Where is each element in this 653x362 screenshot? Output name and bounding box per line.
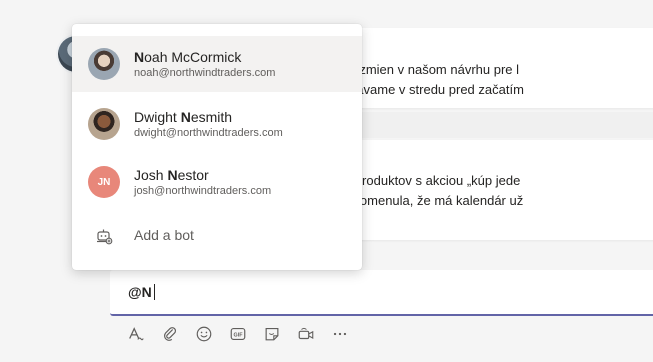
emoji-button[interactable]: [192, 322, 216, 346]
suggestion-name: Dwight Nesmith: [134, 108, 233, 125]
suggestion-email: dwight@northwindtraders.com: [134, 126, 283, 139]
suggestion-text: Josh Nestor josh@northwindtraders.com: [134, 166, 271, 199]
meet-now-button[interactable]: [294, 322, 318, 346]
suggestion-name: Josh Nestor: [134, 166, 209, 183]
text-caret: [153, 284, 155, 300]
compose-toolbar: GIF: [124, 322, 352, 346]
suggestion-email: josh@northwindtraders.com: [134, 184, 272, 197]
compose-input[interactable]: @N: [128, 284, 155, 300]
compose-box[interactable]: @N: [110, 270, 653, 316]
suggestion-text: Dwight Nesmith dwight@northwindtraders.c…: [134, 108, 283, 141]
avatar: [88, 108, 120, 140]
sticker-icon: [265, 328, 279, 341]
meet-now-icon: [298, 327, 314, 340]
gif-icon: GIF: [230, 328, 246, 340]
suggestion-email: noah@northwindtraders.com: [134, 66, 276, 79]
attach-button[interactable]: [158, 322, 182, 346]
more-options-icon: [333, 332, 347, 336]
more-options-button[interactable]: [328, 322, 352, 346]
add-bot-label: Add a bot: [134, 227, 194, 243]
suggestion-name: Noah McCormick: [134, 48, 242, 65]
sticker-button[interactable]: [260, 322, 284, 346]
mention-suggestions-popup: Noah McCormick noah@northwindtraders.com…: [72, 24, 362, 270]
avatar: [88, 48, 120, 80]
mention-suggestion-josh[interactable]: JN Josh Nestor josh@northwindtraders.com: [72, 154, 362, 210]
svg-text:GIF: GIF: [234, 332, 244, 338]
gif-button[interactable]: GIF: [226, 322, 250, 346]
attach-icon: [164, 327, 176, 341]
format-button[interactable]: [124, 322, 148, 346]
bot-icon: [97, 229, 113, 245]
avatar-initials: JN: [88, 166, 120, 198]
mention-suggestion-noah[interactable]: Noah McCormick noah@northwindtraders.com: [72, 36, 362, 92]
suggestion-text: Noah McCormick noah@northwindtraders.com: [134, 48, 275, 81]
format-icon: [129, 327, 144, 341]
emoji-icon: [196, 326, 212, 342]
mention-suggestion-dwight[interactable]: Dwight Nesmith dwight@northwindtraders.c…: [72, 96, 362, 152]
add-bot-item[interactable]: Add a bot: [72, 216, 362, 256]
